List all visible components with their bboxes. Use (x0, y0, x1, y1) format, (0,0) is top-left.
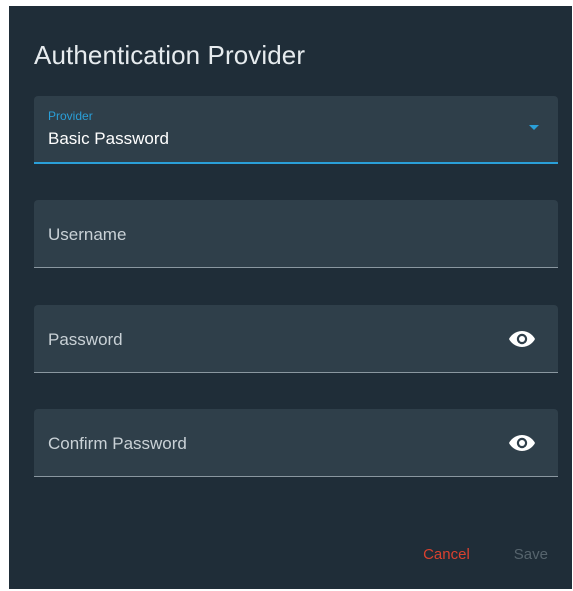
auth-provider-dialog: Authentication Provider Provider Basic P… (9, 6, 572, 589)
provider-label: Provider (48, 109, 93, 123)
dialog-title: Authentication Provider (34, 40, 306, 70)
eye-icon[interactable] (508, 329, 536, 349)
eye-icon[interactable] (508, 433, 536, 453)
username-placeholder: Username (48, 225, 127, 244)
dropdown-arrow-icon[interactable] (529, 125, 539, 130)
dialog-actions: Cancel Save (423, 546, 548, 563)
provider-select[interactable]: Provider Basic Password (34, 96, 558, 164)
password-field[interactable]: Password (34, 305, 558, 373)
cancel-button[interactable]: Cancel (423, 546, 470, 563)
save-button[interactable]: Save (514, 546, 548, 563)
confirm-password-field[interactable]: Confirm Password (34, 409, 558, 477)
confirm-password-placeholder: Confirm Password (48, 434, 187, 453)
provider-value: Basic Password (48, 129, 169, 148)
username-field[interactable]: Username (34, 200, 558, 268)
password-placeholder: Password (48, 330, 123, 349)
